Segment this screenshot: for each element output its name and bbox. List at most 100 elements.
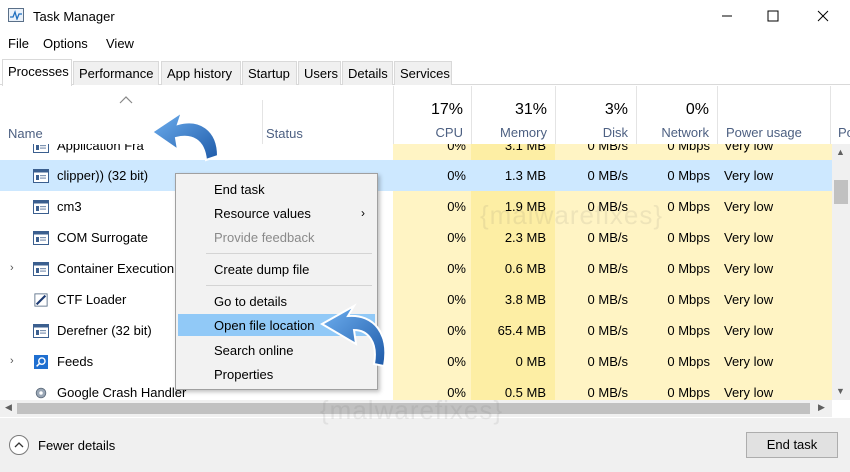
cpu-value: 0%	[447, 354, 466, 369]
network-value: 0 Mbps	[667, 354, 710, 369]
table-row[interactable]: Derefner (32 bit) 0% 65.4 MB 0 MB/s 0 Mbps Ve…	[0, 315, 832, 346]
table-row[interactable]: › Feeds 0% 0 MB 0 MB/s 0 Mbps Very low	[0, 346, 832, 377]
ctx-end-task-label: End task	[214, 182, 265, 197]
memory-value: 1.9 MB	[504, 199, 546, 214]
scroll-left-icon[interactable]: ◀	[5, 402, 12, 413]
tab-processes[interactable]: Processes	[2, 59, 72, 86]
minimize-button[interactable]	[704, 0, 750, 32]
table-row[interactable]: COM Surrogate 0% 2.3 MB 0 MB/s 0 Mbps Very lo…	[0, 222, 832, 253]
close-button[interactable]	[800, 0, 846, 32]
ctx-end-task[interactable]: End task	[178, 178, 375, 200]
chevron-right-icon[interactable]: ›	[10, 355, 14, 367]
memory-label: Memory	[500, 125, 547, 140]
table-row[interactable]: › Container Execution 0% 0.6 MB 0 MB/s 0 Mbps…	[0, 253, 832, 284]
menu-options[interactable]: Options	[43, 36, 88, 51]
network-total: 0%	[685, 101, 709, 118]
ctx-resource-values[interactable]: Resource values ›	[178, 202, 375, 224]
network-value: 0 Mbps	[667, 144, 710, 153]
column-cpu[interactable]: 17% CPU	[393, 86, 471, 144]
ctx-properties[interactable]: Properties	[178, 363, 375, 385]
column-memory[interactable]: 31% Memory	[471, 86, 555, 144]
tab-app-history[interactable]: App history	[161, 61, 241, 85]
menu-file[interactable]: File	[8, 36, 29, 51]
chevron-up-icon[interactable]	[9, 435, 29, 455]
ctx-properties-label: Properties	[214, 367, 274, 382]
horizontal-scrollbar[interactable]: ◀ ▶	[0, 400, 832, 417]
network-value: 0 Mbps	[667, 292, 710, 307]
power-usage-value: Very low	[724, 199, 774, 214]
memory-total: 31%	[514, 101, 547, 118]
table-row[interactable]: Google Crash Handler 0% 0.5 MB 0 MB/s 0 Mbps…	[0, 377, 832, 400]
power-usage-value: Very low	[724, 354, 774, 369]
ctx-go-to-details[interactable]: Go to details	[178, 290, 375, 312]
process-name: cm3	[57, 199, 82, 214]
tab-startup[interactable]: Startup	[242, 61, 297, 85]
cpu-value: 0%	[447, 199, 466, 214]
column-divider	[262, 100, 263, 144]
task-manager-icon	[8, 8, 24, 22]
process-name: Google Crash Handler	[57, 385, 187, 400]
window-icon	[33, 169, 49, 183]
tab-services[interactable]: Services	[394, 61, 452, 85]
vertical-scrollbar[interactable]: ▲ ▼	[832, 144, 850, 400]
ctx-open-file-location-label: Open file location	[214, 318, 315, 333]
column-power-usage[interactable]: Power usage	[717, 86, 830, 144]
disk-value: 0 MB/s	[587, 230, 628, 245]
context-menu: End task Resource values › Provide feedba…	[175, 173, 378, 390]
cpu-value: 0%	[447, 261, 466, 276]
chevron-right-icon[interactable]: ›	[10, 262, 14, 274]
scroll-right-icon[interactable]: ▶	[818, 402, 825, 413]
window-icon	[33, 231, 49, 245]
disk-value: 0 MB/s	[587, 323, 628, 338]
window-title: Task Manager	[33, 9, 115, 24]
ctx-resource-values-label: Resource values	[214, 206, 311, 221]
cpu-value: 0%	[447, 385, 466, 400]
ctx-open-file-location[interactable]: Open file location	[178, 314, 375, 336]
table-row[interactable]: CTF Loader 0% 3.8 MB 0 MB/s 0 Mbps Very low	[0, 284, 832, 315]
memory-value: 2.3 MB	[504, 230, 546, 245]
ctx-search-online[interactable]: Search online	[178, 339, 375, 361]
power-usage-value: Very low	[724, 323, 774, 338]
chevron-right-icon: ›	[361, 206, 365, 220]
tab-users[interactable]: Users	[298, 61, 341, 85]
column-disk[interactable]: 3% Disk	[555, 86, 636, 144]
table-row[interactable]: Application Fra 0% 3.1 MB 0 MB/s 0 Mbps Very …	[0, 144, 832, 161]
scroll-up-icon[interactable]: ▲	[836, 147, 845, 157]
horizontal-scroll-thumb[interactable]	[17, 403, 810, 414]
window-icon	[33, 144, 49, 153]
fewer-details-link[interactable]: Fewer details	[38, 438, 115, 453]
ctx-separator	[206, 253, 372, 254]
disk-value: 0 MB/s	[587, 168, 628, 183]
ctx-provide-feedback: Provide feedback	[178, 226, 375, 248]
network-value: 0 Mbps	[667, 199, 710, 214]
column-network[interactable]: 0% Network	[636, 86, 717, 144]
network-label: Network	[661, 125, 709, 140]
process-name: Application Fra	[57, 144, 144, 153]
memory-value: 3.8 MB	[504, 292, 546, 307]
column-power-trend[interactable]: Po	[830, 86, 850, 144]
cpu-value: 0%	[447, 230, 466, 245]
menu-view[interactable]: View	[106, 36, 134, 51]
memory-value: 0.6 MB	[504, 261, 546, 276]
sort-up-icon	[119, 96, 133, 104]
process-name: clipper)) (32 bit)	[57, 168, 149, 183]
end-task-button[interactable]: End task	[746, 432, 838, 458]
tab-details[interactable]: Details	[342, 61, 393, 85]
power-usage-value: Very low	[724, 385, 774, 400]
scroll-down-icon[interactable]: ▼	[836, 386, 845, 396]
power-usage-value: Very low	[724, 292, 774, 307]
column-name[interactable]: Name	[8, 126, 43, 141]
vertical-scroll-thumb[interactable]	[834, 180, 848, 204]
disk-value: 0 MB/s	[587, 261, 628, 276]
table-row[interactable]: cm3 0% 1.9 MB 0 MB/s 0 Mbps Very low	[0, 191, 832, 222]
column-status[interactable]: Status	[266, 126, 303, 141]
ctx-create-dump-file[interactable]: Create dump file	[178, 258, 375, 280]
cpu-total: 17%	[430, 101, 463, 118]
ctx-create-dump-file-label: Create dump file	[214, 262, 310, 277]
network-value: 0 Mbps	[667, 323, 710, 338]
tab-performance[interactable]: Performance	[73, 61, 159, 85]
footer: Fewer details End task	[0, 418, 850, 472]
cpu-value: 0%	[447, 144, 466, 153]
table-row[interactable]: clipper)) (32 bit) 0% 1.3 MB 0 MB/s 0 Mbps Ve…	[0, 160, 832, 191]
maximize-button[interactable]	[750, 0, 796, 32]
